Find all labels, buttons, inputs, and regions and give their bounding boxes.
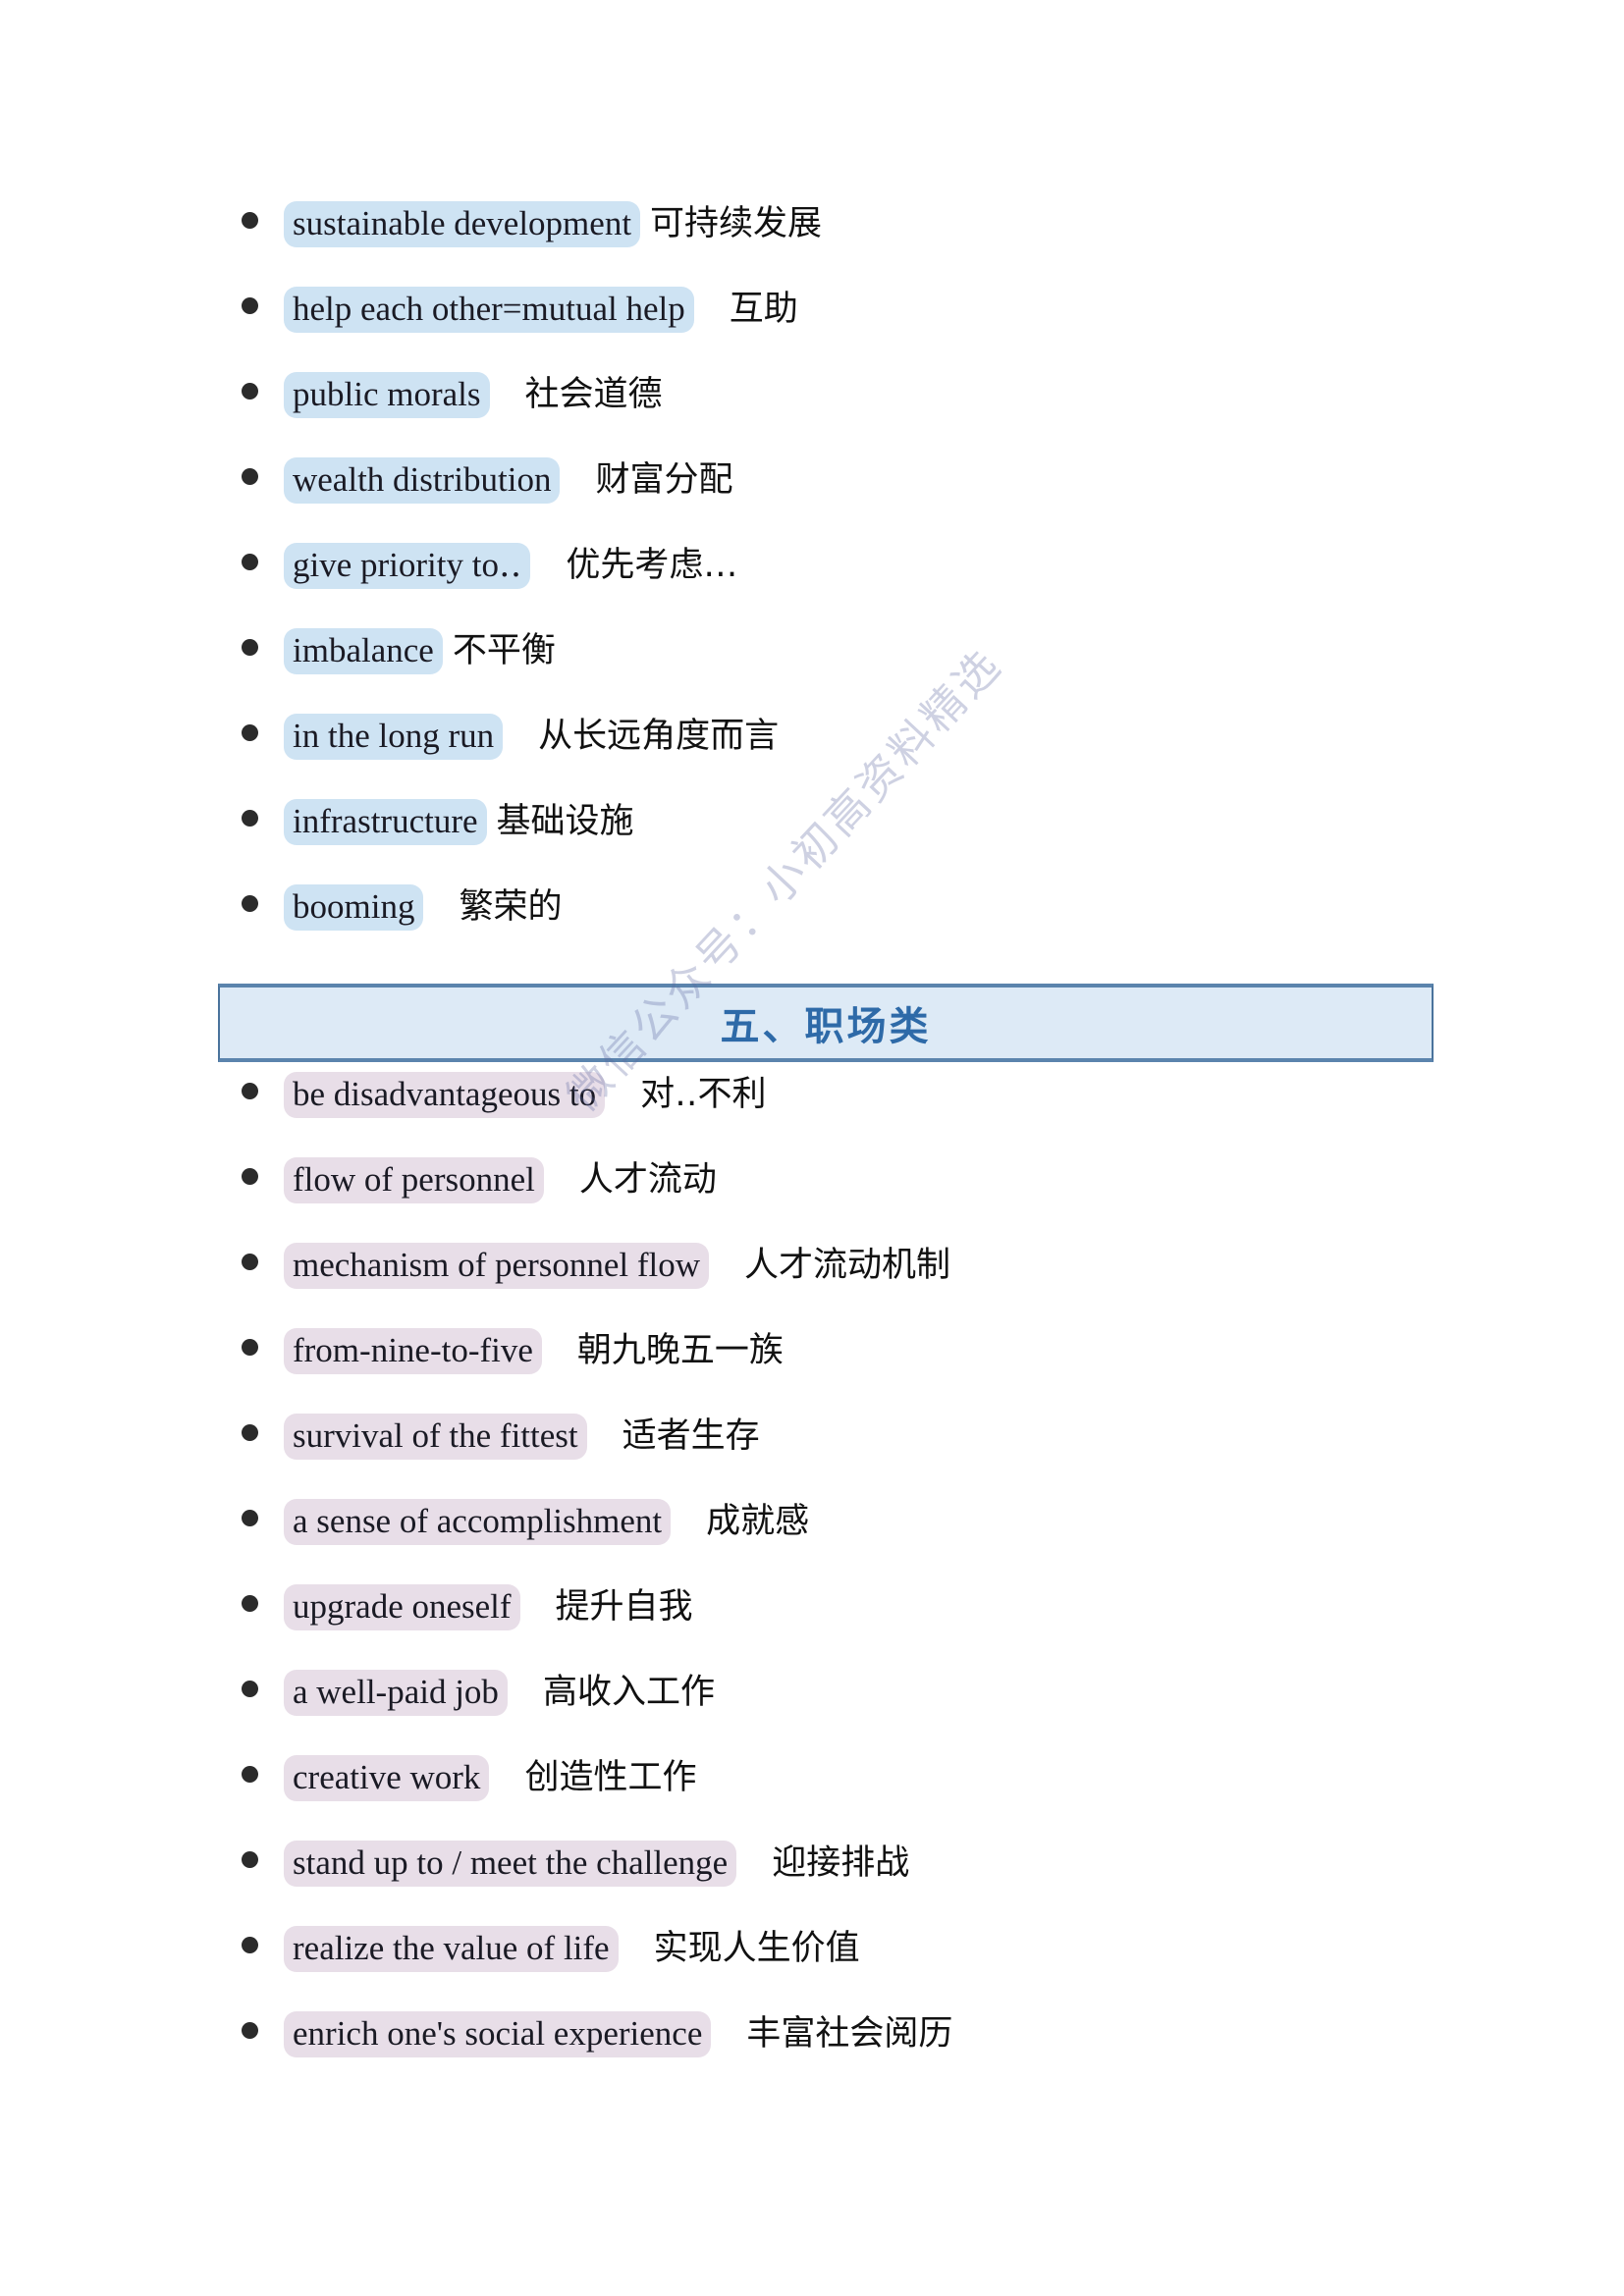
vocabulary-entry: from-nine-to-five 朝九晚五一族 [0, 1328, 1624, 1414]
vocabulary-entry: a sense of accomplishment 成就感 [0, 1499, 1624, 1584]
bullet-icon [242, 383, 258, 400]
english-phrase: public morals [284, 372, 490, 418]
chinese-meaning: 创造性工作 [524, 1758, 697, 1797]
vocabulary-list: sustainable development 可持续发展 help each ot… [0, 201, 1624, 970]
vocabulary-entry: in the long run 从长远角度而言 [0, 714, 1624, 799]
english-phrase: infrastructure [284, 799, 487, 845]
bullet-icon [242, 1083, 258, 1099]
vocabulary-entry: enrich one's social experience 丰富社会阅历 [0, 2011, 1624, 2097]
chinese-meaning: 不平衡 [452, 631, 556, 670]
english-phrase: realize the value of life [284, 1926, 619, 1972]
english-phrase: wealth distribution [284, 457, 561, 504]
chinese-meaning: 人才流动 [578, 1160, 717, 1200]
chinese-meaning: 社会道德 [524, 375, 663, 414]
bullet-icon [242, 724, 258, 741]
english-phrase: creative work [284, 1755, 490, 1801]
bullet-icon [242, 1937, 258, 1953]
chinese-meaning: 实现人生价值 [653, 1929, 860, 1968]
english-phrase: imbalance [284, 628, 443, 674]
vocabulary-entry: be disadvantageous to 对‥不利 [0, 1072, 1624, 1157]
chinese-meaning: 人才流动机制 [744, 1246, 951, 1285]
bullet-icon [242, 895, 258, 912]
vocabulary-entry: stand up to / meet the challenge 迎接排战 [0, 1841, 1624, 1926]
english-phrase: give priority to‥ [284, 543, 531, 589]
bullet-icon [242, 1339, 258, 1356]
english-phrase: sustainable development [284, 201, 641, 247]
chinese-meaning: 可持续发展 [650, 204, 823, 243]
english-phrase: upgrade oneself [284, 1584, 520, 1630]
vocabulary-entry: realize the value of life 实现人生价值 [0, 1926, 1624, 2011]
bullet-icon [242, 1510, 258, 1526]
document-content: sustainable development 可持续发展 help each ot… [0, 0, 1624, 2097]
chinese-meaning: 适者生存 [622, 1416, 760, 1456]
vocabulary-entry: booming 繁荣的 [0, 884, 1624, 970]
chinese-meaning: 财富分配 [595, 460, 733, 500]
english-phrase: enrich one's social experience [284, 2011, 712, 2057]
english-phrase: mechanism of personnel flow [284, 1243, 710, 1289]
english-phrase: flow of personnel [284, 1157, 544, 1203]
bullet-icon [242, 1424, 258, 1441]
vocabulary-entry: wealth distribution 财富分配 [0, 457, 1624, 543]
vocabulary-entry: survival of the fittest 适者生存 [0, 1414, 1624, 1499]
bullet-icon [242, 1851, 258, 1868]
vocabulary-entry: upgrade oneself 提升自我 [0, 1584, 1624, 1670]
vocabulary-entry: give priority to‥ 优先考虑… [0, 543, 1624, 628]
english-phrase: survival of the fittest [284, 1414, 587, 1460]
chinese-meaning: 从长远角度而言 [538, 717, 780, 756]
bullet-icon [242, 1254, 258, 1270]
vocabulary-entry: creative work 创造性工作 [0, 1755, 1624, 1841]
bullet-icon [242, 468, 258, 485]
chinese-meaning: 基础设施 [496, 802, 634, 841]
english-phrase: be disadvantageous to [284, 1072, 606, 1118]
vocabulary-entry: infrastructure 基础设施 [0, 799, 1624, 884]
chinese-meaning: 丰富社会阅历 [746, 2014, 953, 2054]
bullet-icon [242, 554, 258, 570]
vocabulary-entry: imbalance 不平衡 [0, 628, 1624, 714]
bullet-icon [242, 1766, 258, 1783]
bullet-icon [242, 1595, 258, 1612]
bullet-icon [242, 212, 258, 229]
english-phrase: booming [284, 884, 424, 931]
english-phrase: stand up to / meet the challenge [284, 1841, 737, 1887]
bullet-icon [242, 1168, 258, 1185]
vocabulary-entry: flow of personnel 人才流动 [0, 1157, 1624, 1243]
chinese-meaning: 优先考虑… [566, 546, 738, 585]
english-phrase: a sense of accomplishment [284, 1499, 672, 1545]
chinese-meaning: 提升自我 [555, 1587, 693, 1627]
chinese-meaning: 朝九晚五一族 [576, 1331, 784, 1370]
english-phrase: a well-paid job [284, 1670, 508, 1716]
section-banner: 五、职场类 [218, 984, 1434, 1062]
english-phrase: from-nine-to-five [284, 1328, 542, 1374]
chinese-meaning: 繁荣的 [459, 887, 563, 927]
chinese-meaning: 对‥不利 [640, 1075, 767, 1114]
bullet-icon [242, 639, 258, 656]
english-phrase: in the long run [284, 714, 504, 760]
vocabulary-entry: help each other=mutual help 互助 [0, 287, 1624, 372]
document-page: sustainable development 可持续发展 help each ot… [0, 0, 1624, 2296]
vocabulary-list: be disadvantageous to 对‥不利 flow of personn… [0, 1072, 1624, 2097]
bullet-icon [242, 810, 258, 827]
section-banner-title: 五、职场类 [720, 1004, 932, 1049]
vocabulary-entry: public morals 社会道德 [0, 372, 1624, 457]
vocabulary-entry: mechanism of personnel flow 人才流动机制 [0, 1243, 1624, 1328]
chinese-meaning: 成就感 [706, 1502, 810, 1541]
chinese-meaning: 互助 [729, 290, 798, 329]
bullet-icon [242, 2022, 258, 2039]
vocabulary-entry: sustainable development 可持续发展 [0, 201, 1624, 287]
bullet-icon [242, 297, 258, 314]
bullet-icon [242, 1681, 258, 1697]
chinese-meaning: 高收入工作 [542, 1673, 715, 1712]
english-phrase: help each other=mutual help [284, 287, 694, 333]
chinese-meaning: 迎接排战 [772, 1843, 910, 1883]
vocabulary-entry: a well-paid job 高收入工作 [0, 1670, 1624, 1755]
